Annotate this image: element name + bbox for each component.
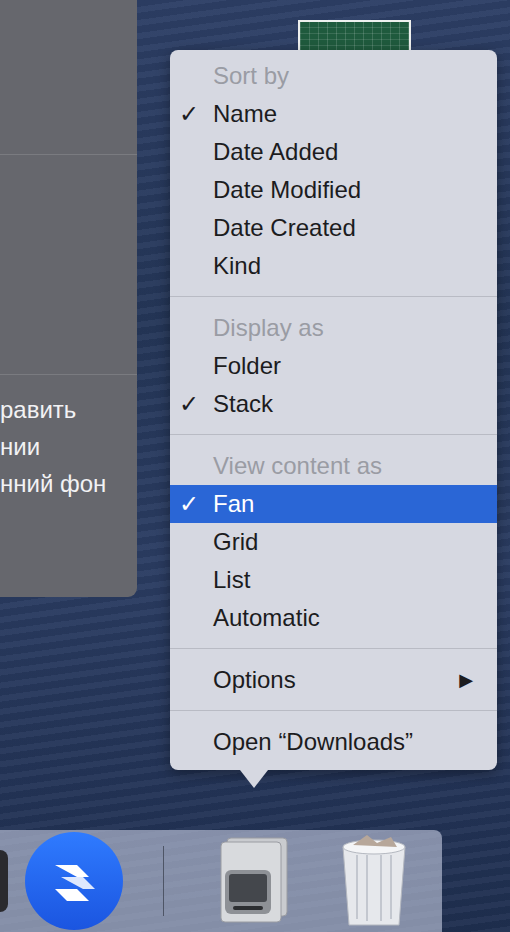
menu-separator	[170, 296, 497, 297]
menu-item[interactable]: ✓ Fan	[170, 485, 497, 523]
menu-item[interactable]: Automatic	[170, 599, 497, 637]
menu-section-header: Sort by	[170, 57, 497, 95]
menu-item-label: Automatic	[213, 604, 497, 632]
menu-item[interactable]: List	[170, 561, 497, 599]
menu-item-label: Folder	[213, 352, 497, 380]
menu-item[interactable]: Kind	[170, 247, 497, 285]
check-mark: ✓	[170, 490, 213, 518]
menu-item-label: Open “Downloads”	[213, 728, 497, 756]
menu-separator	[170, 434, 497, 435]
notification-panel: равитьниинний фон	[0, 0, 137, 597]
jira-icon[interactable]	[25, 832, 123, 930]
dock	[0, 830, 442, 932]
menu-item[interactable]: Date Added	[170, 133, 497, 171]
menu-item-label: Grid	[213, 528, 497, 556]
submenu-arrow-icon: ▶	[459, 669, 497, 691]
dock-separator	[163, 846, 164, 916]
menu-item-label: Date Modified	[213, 176, 497, 204]
menu-item[interactable]: Date Created	[170, 209, 497, 247]
panel-section: равитьниинний фон	[0, 375, 137, 502]
checkmark-icon: ✓	[179, 490, 199, 517]
checkmark-icon: ✓	[179, 390, 199, 417]
trash-icon[interactable]	[333, 833, 415, 929]
menu-item-label: Fan	[213, 490, 497, 518]
menu-item[interactable]: Options▶	[170, 661, 497, 699]
menu-item-label: Date Created	[213, 214, 497, 242]
checkmark-icon: ✓	[179, 100, 199, 127]
header-label: Sort by	[213, 62, 497, 90]
menu-item[interactable]: ✓ Stack	[170, 385, 497, 423]
menu-separator	[170, 710, 497, 711]
menu-item[interactable]: ✓ Name	[170, 95, 497, 133]
menu-section-header: Display as	[170, 309, 497, 347]
app-icon[interactable]	[0, 850, 8, 912]
menu-item[interactable]: Date Modified	[170, 171, 497, 209]
menu-item[interactable]: Folder	[170, 347, 497, 385]
menu-pointer	[240, 770, 268, 788]
header-label: Display as	[213, 314, 497, 342]
header-label: View content as	[213, 452, 497, 480]
panel-section	[0, 0, 137, 155]
downloads-stack-icon[interactable]	[215, 836, 291, 926]
menu-item-label: Date Added	[213, 138, 497, 166]
menu-section-header: View content as	[170, 447, 497, 485]
menu-item-label: Kind	[213, 252, 497, 280]
panel-section	[0, 155, 137, 375]
menu-item-label: List	[213, 566, 497, 594]
menu-item[interactable]: Grid	[170, 523, 497, 561]
panel-text: равить	[0, 391, 137, 428]
menu-item-label: Stack	[213, 390, 497, 418]
menu-item-label: Name	[213, 100, 497, 128]
panel-text: нии	[0, 428, 137, 465]
menu-separator	[170, 648, 497, 649]
panel-text: нний фон	[0, 465, 137, 502]
check-mark: ✓	[170, 100, 213, 128]
check-mark: ✓	[170, 390, 213, 418]
context-menu: Sort by ✓ Name Date Added Date Modified Date …	[170, 50, 497, 770]
menu-item-label: Options	[213, 666, 459, 694]
menu-item[interactable]: Open “Downloads”	[170, 723, 497, 761]
